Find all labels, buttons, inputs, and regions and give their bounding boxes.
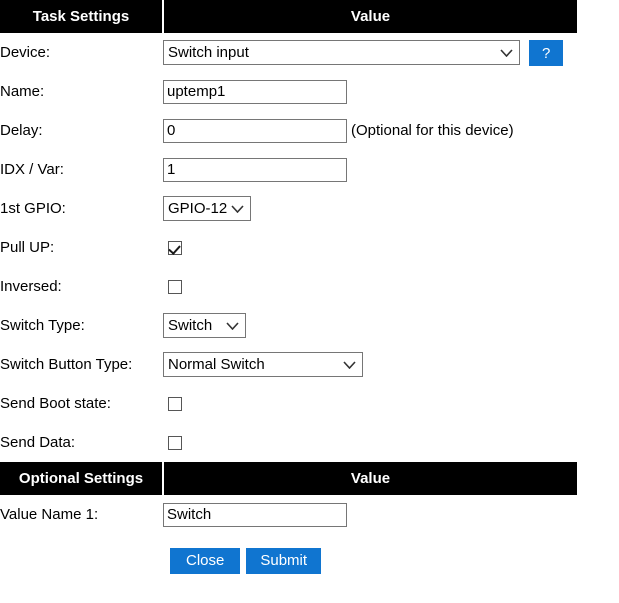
delay-hint: (Optional for this device) xyxy=(351,122,514,139)
value-name-1-input[interactable]: Switch xyxy=(163,502,347,527)
row-device: Device: Switch input ? xyxy=(0,33,577,72)
cell-switch-button-type-value: Normal Switch xyxy=(163,345,577,384)
send-data-checkbox[interactable] xyxy=(168,436,182,451)
cell-send-boot-state-value xyxy=(163,384,577,423)
task-settings-header-row: Task Settings Value xyxy=(0,0,577,33)
close-button[interactable]: Close xyxy=(170,548,241,574)
chevron-down-icon xyxy=(226,314,239,337)
header-task-settings: Task Settings xyxy=(0,0,164,33)
task-settings-table: Task Settings Value Device: Switch input… xyxy=(0,0,577,534)
idx-var-input[interactable]: 1 xyxy=(163,157,347,182)
row-value-name-1: Value Name 1: Switch xyxy=(0,495,577,534)
switch-button-type-select[interactable]: Normal Switch xyxy=(163,352,363,377)
cell-value-name-1-value: Switch xyxy=(163,495,577,534)
row-send-boot-state: Send Boot state: xyxy=(0,384,577,423)
cell-name-value: uptemp1 xyxy=(163,72,577,111)
row-idx-var: IDX / Var: 1 xyxy=(0,150,577,189)
cell-pull-up-value xyxy=(163,228,577,267)
cell-device-value: Switch input ? xyxy=(163,33,577,72)
label-gpio1: 1st GPIO: xyxy=(0,200,66,217)
row-pull-up: Pull UP: xyxy=(0,228,577,267)
cell-delay-value: 0 (Optional for this device) xyxy=(163,111,577,150)
inversed-checkbox[interactable] xyxy=(168,280,182,295)
device-select[interactable]: Switch input xyxy=(163,40,520,65)
switch-button-type-select-value: Normal Switch xyxy=(168,356,265,373)
cell-gpio1-value: GPIO-12 xyxy=(163,189,577,228)
row-switch-button-type: Switch Button Type: Normal Switch xyxy=(0,345,577,384)
row-gpio1: 1st GPIO: GPIO-12 xyxy=(0,189,577,228)
switch-type-select[interactable]: Switch xyxy=(163,313,246,338)
gpio1-select-value: GPIO-12 xyxy=(168,200,228,217)
cell-switch-type-value: Switch xyxy=(163,306,577,345)
row-delay: Delay: 0 (Optional for this device) xyxy=(0,111,577,150)
chevron-down-icon xyxy=(343,353,356,376)
form-action-bar: Close Submit xyxy=(0,548,619,574)
label-send-boot-state: Send Boot state: xyxy=(0,395,111,412)
label-pull-up: Pull UP: xyxy=(0,239,55,256)
label-inversed: Inversed: xyxy=(0,278,62,295)
header-value-1: Value xyxy=(163,0,577,33)
device-config-page: Task Settings Value Device: Switch input… xyxy=(0,0,619,603)
chevron-down-icon xyxy=(500,41,513,64)
row-switch-type: Switch Type: Switch xyxy=(0,306,577,345)
pull-up-checkbox[interactable] xyxy=(168,241,182,256)
gpio1-select[interactable]: GPIO-12 xyxy=(163,196,251,221)
row-inversed: Inversed: xyxy=(0,267,577,306)
cell-send-data-value xyxy=(163,423,577,462)
send-boot-state-checkbox[interactable] xyxy=(168,397,182,412)
label-send-data: Send Data: xyxy=(0,434,76,451)
row-send-data: Send Data: xyxy=(0,423,577,462)
switch-type-select-value: Switch xyxy=(168,317,213,334)
optional-settings-header-row: Optional Settings Value xyxy=(0,462,577,495)
name-input[interactable]: uptemp1 xyxy=(163,79,347,104)
label-switch-type: Switch Type: xyxy=(0,317,85,334)
device-help-button[interactable]: ? xyxy=(529,39,564,66)
label-switch-button-type: Switch Button Type: xyxy=(0,356,133,373)
cell-inversed-value xyxy=(163,267,577,306)
label-device: Device: xyxy=(0,44,51,61)
label-value-name-1: Value Name 1: xyxy=(0,506,99,523)
chevron-down-icon xyxy=(231,197,244,220)
label-name: Name: xyxy=(0,83,45,100)
row-name: Name: uptemp1 xyxy=(0,72,577,111)
label-idx-var: IDX / Var: xyxy=(0,161,64,178)
header-value-2: Value xyxy=(163,462,577,495)
header-optional-settings: Optional Settings xyxy=(0,462,164,495)
submit-button[interactable]: Submit xyxy=(246,548,322,574)
delay-input[interactable]: 0 xyxy=(163,118,347,143)
device-select-value: Switch input xyxy=(168,44,249,61)
label-delay: Delay: xyxy=(0,122,43,139)
cell-idx-var-value: 1 xyxy=(163,150,577,189)
